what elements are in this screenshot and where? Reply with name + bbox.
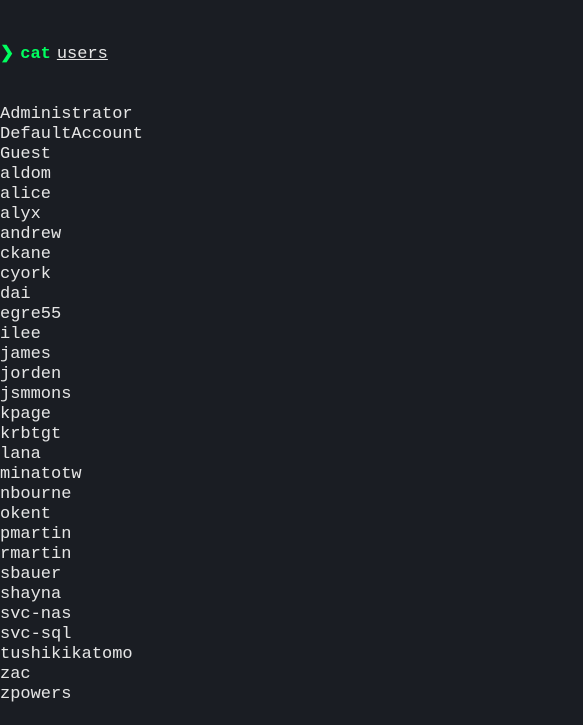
output-line: sbauer	[0, 565, 583, 585]
output-line: svc-sql	[0, 625, 583, 645]
output-line: alice	[0, 185, 583, 205]
output-line: ilee	[0, 325, 583, 345]
output-line: pmartin	[0, 525, 583, 545]
output-line: andrew	[0, 225, 583, 245]
output-line: Administrator	[0, 105, 583, 125]
output-line: jsmmons	[0, 385, 583, 405]
command-prompt-line: ❯ cat users	[0, 45, 583, 65]
output-line: shayna	[0, 585, 583, 605]
output-line: cyork	[0, 265, 583, 285]
command-argument: users	[57, 45, 108, 65]
output-line: nbourne	[0, 485, 583, 505]
output-line: krbtgt	[0, 425, 583, 445]
output-line: ckane	[0, 245, 583, 265]
output-line: alyx	[0, 205, 583, 225]
output-line: svc-nas	[0, 605, 583, 625]
command-output: AdministratorDefaultAccountGuestaldomali…	[0, 105, 583, 705]
terminal-window[interactable]: ❯ cat users AdministratorDefaultAccountG…	[0, 5, 583, 725]
output-line: kpage	[0, 405, 583, 425]
output-line: lana	[0, 445, 583, 465]
output-line: dai	[0, 285, 583, 305]
output-line: james	[0, 345, 583, 365]
command-name: cat	[20, 45, 51, 65]
output-line: minatotw	[0, 465, 583, 485]
output-line: tushikikatomo	[0, 645, 583, 665]
output-line: jorden	[0, 365, 583, 385]
output-line: zac	[0, 665, 583, 685]
output-line: zpowers	[0, 685, 583, 705]
output-line: rmartin	[0, 545, 583, 565]
output-line: DefaultAccount	[0, 125, 583, 145]
output-line: Guest	[0, 145, 583, 165]
output-line: okent	[0, 505, 583, 525]
prompt-arrow-icon: ❯	[0, 45, 14, 65]
output-line: aldom	[0, 165, 583, 185]
output-line: egre55	[0, 305, 583, 325]
